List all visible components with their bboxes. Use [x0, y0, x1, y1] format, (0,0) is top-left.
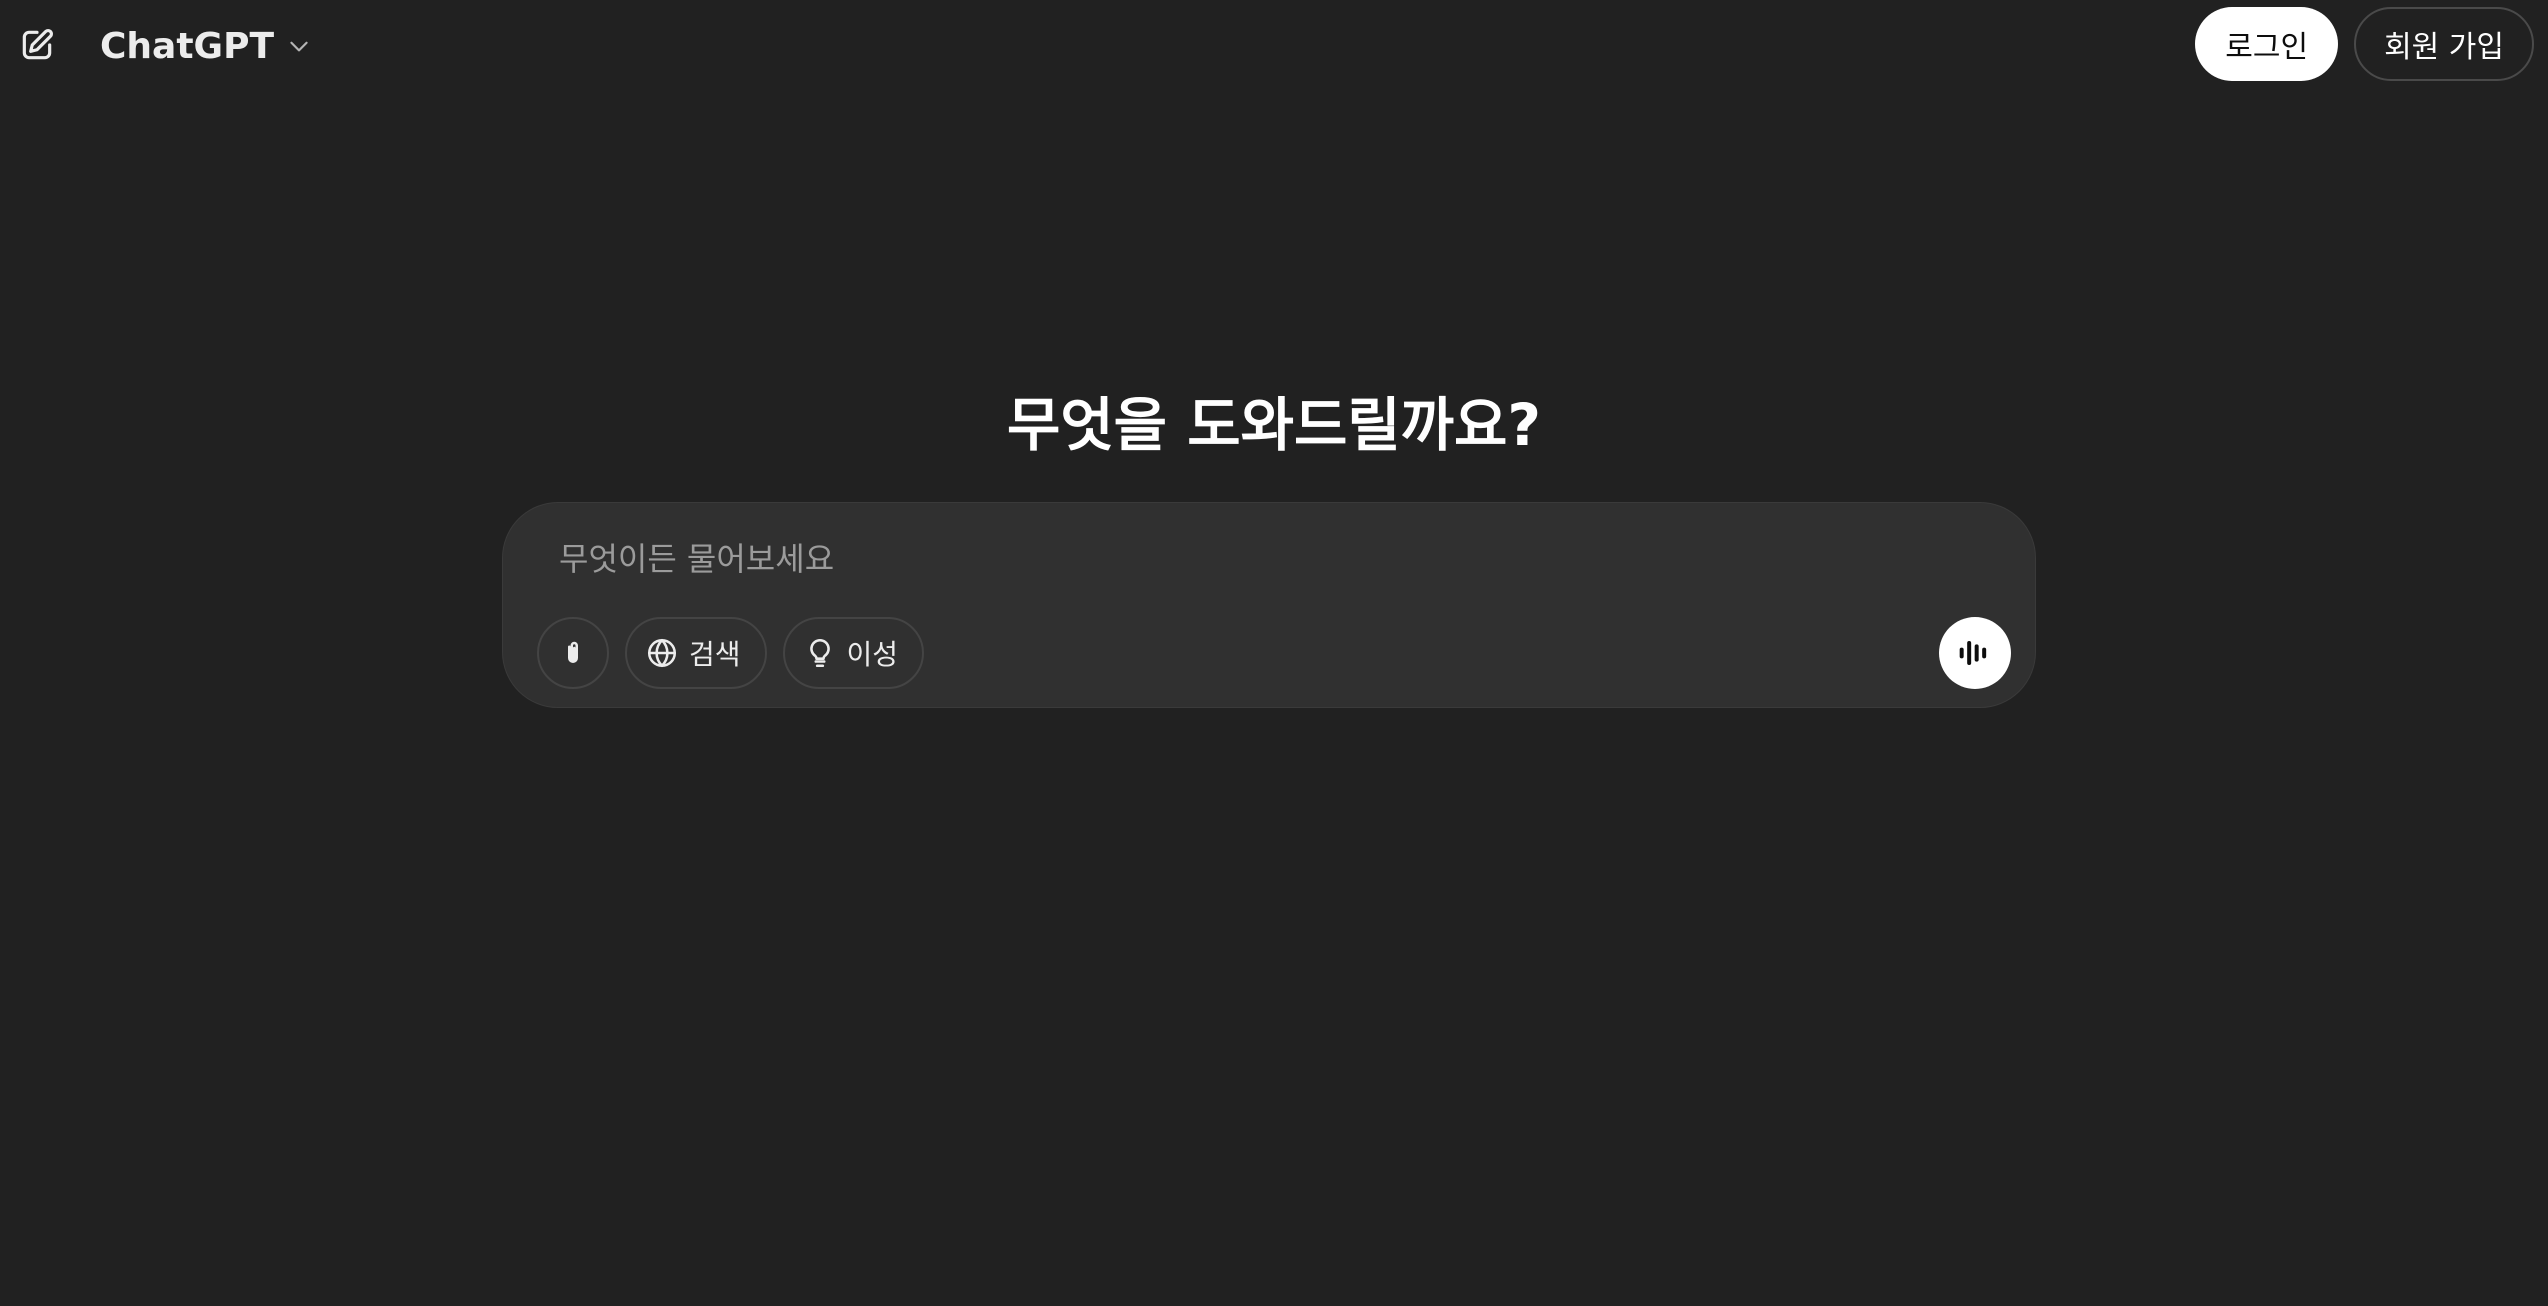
reason-label: 이성 — [846, 638, 899, 671]
composer-tools: 검색 이성 — [537, 617, 925, 689]
voice-mode-button[interactable] — [1939, 617, 2011, 689]
search-button[interactable]: 검색 — [625, 617, 767, 689]
auth-buttons: 로그인 회원 가입 — [2195, 7, 2534, 81]
top-bar: ChatGPT 로그인 회원 가입 — [0, 0, 2548, 92]
new-chat-button[interactable] — [14, 22, 60, 68]
lightbulb-icon — [803, 636, 837, 670]
search-label: 검색 — [689, 638, 741, 671]
page-headline: 무엇을 도와드릴까요? — [1006, 391, 1542, 459]
prompt-composer: 검색 이성 — [502, 502, 2036, 708]
model-selector[interactable]: ChatGPT — [86, 16, 326, 76]
prompt-input[interactable] — [557, 529, 1961, 589]
login-button[interactable]: 로그인 — [2195, 7, 2339, 81]
globe-icon — [645, 636, 679, 670]
signup-button[interactable]: 회원 가입 — [2354, 7, 2534, 81]
reason-button[interactable]: 이성 — [782, 617, 925, 689]
attach-button[interactable] — [537, 617, 609, 689]
chevron-down-icon — [286, 33, 312, 59]
paperclip-icon — [558, 638, 588, 668]
edit-square-icon — [18, 26, 56, 64]
model-name: ChatGPT — [100, 25, 275, 67]
voice-waveform-icon — [1955, 633, 1995, 673]
